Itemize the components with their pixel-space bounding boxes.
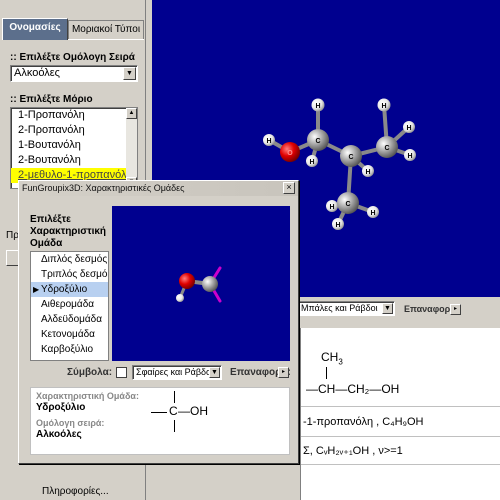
- dialog-controls: Σύμβολα: Σφαίρες και Ράβδοι ▼ Επαναφορά:…: [30, 364, 291, 382]
- group-3d-view[interactable]: [112, 206, 290, 361]
- series-label: :: Επιλέξτε Ομόλογη Σειρά: [10, 52, 135, 63]
- molecule-list[interactable]: 1-Προπανόλη 2-Προπανόλη 1-Βουτανόλη 2-Βο…: [10, 107, 138, 189]
- list-item[interactable]: Καρβοξύλιο: [31, 342, 108, 357]
- hydroxyl-model: [176, 266, 222, 303]
- dialog-render-select[interactable]: Σφαίρες και Ράβδοι ▼: [132, 365, 222, 380]
- list-item[interactable]: Διπλός δεσμός: [31, 252, 108, 267]
- list-item[interactable]: 2-Βουτανόλη: [11, 153, 137, 168]
- molecule-label: :: Επιλέξτε Μόριο: [10, 94, 93, 105]
- char-group-value: Υδροξύλιο: [36, 402, 86, 413]
- svg-text:H: H: [315, 103, 320, 110]
- list-item[interactable]: 2-Προπανόλη: [11, 123, 137, 138]
- chevron-down-icon[interactable]: ▼: [123, 67, 136, 80]
- svg-text:C: C: [348, 154, 353, 161]
- tab-molecular-formulas[interactable]: Μοριακοί Τύποι: [68, 20, 144, 40]
- structure-carbon: C: [169, 404, 178, 418]
- svg-text:H: H: [365, 169, 370, 176]
- tab-strip: Ονομασίες Μοριακοί Τύποι: [2, 18, 146, 40]
- tab-names[interactable]: Ονομασίες: [2, 18, 68, 40]
- reset-button[interactable]: ▸: [450, 304, 461, 315]
- structure-bond-bottom: [174, 420, 175, 432]
- selection-arrow-icon: ▶: [33, 285, 40, 294]
- list-item[interactable]: Αιθερομάδα: [31, 297, 108, 312]
- choose-group-label: Επιλέξτε Χαρακτηριστική Ομάδα: [30, 214, 107, 249]
- divider: [301, 436, 500, 437]
- svg-text:H: H: [407, 153, 412, 160]
- molecule-name-line: -1-προπανόλη , C₄H₉OH: [303, 416, 424, 428]
- svg-text:H: H: [329, 204, 334, 211]
- svg-text:H: H: [381, 103, 386, 110]
- dialog-reset-button[interactable]: ▸: [278, 367, 289, 378]
- svg-text:O: O: [287, 150, 293, 157]
- dialog-render-value: Σφαίρες και Ράβδοι: [136, 367, 214, 377]
- svg-text:H: H: [309, 159, 314, 166]
- divider: [301, 464, 500, 465]
- molecule-list-scrollbar[interactable]: ▲ ▼: [126, 108, 137, 188]
- homolog-label: Ομόλογη σειρά:: [36, 418, 105, 428]
- structure-bond-top: [174, 391, 175, 403]
- list-item[interactable]: 1-Βουτανόλη: [11, 138, 137, 153]
- series-select[interactable]: Αλκοόλες ▼: [10, 65, 138, 82]
- svg-text:H: H: [406, 125, 411, 132]
- formula-vertical-bond: [326, 367, 327, 379]
- svg-text:H: H: [335, 222, 340, 229]
- list-item-selected[interactable]: ▶ Υδροξύλιο: [31, 282, 108, 297]
- chevron-down-icon[interactable]: ▼: [209, 367, 220, 378]
- scroll-up-icon[interactable]: ▲: [126, 108, 137, 119]
- formula-chain: —CH—CH₂—OH: [306, 382, 400, 396]
- dialog-title: FunGroupix3D: Χαρακτηριστικές Ομάδες: [22, 183, 185, 193]
- close-icon[interactable]: ×: [283, 182, 295, 194]
- svg-text:H: H: [266, 138, 271, 145]
- structure-hydroxyl: —OH: [178, 404, 208, 418]
- render-style-value: Μπάλες και Ράβδοι: [301, 303, 378, 313]
- group-list[interactable]: Διπλός δεσμός Τριπλός δεσμός ▶ Υδροξύλιο …: [30, 251, 109, 361]
- svg-text:C: C: [315, 138, 320, 145]
- list-item[interactable]: Αλδεϋδομάδα: [31, 312, 108, 327]
- list-item[interactable]: 1-Προπανόλη: [11, 108, 137, 123]
- functional-groups-dialog: FunGroupix3D: Χαρακτηριστικές Ομάδες × Ε…: [18, 180, 299, 464]
- formula-panel: CH3 —CH—CH₂—OH -1-προπανόλη , C₄H₉OH Σ, …: [300, 328, 500, 500]
- series-select-value: Αλκοόλες: [14, 67, 60, 79]
- carbon-atoms: [307, 129, 398, 214]
- svg-text:H: H: [370, 210, 375, 217]
- svg-text:C: C: [384, 145, 389, 152]
- group-info-panel: Χαρακτηριστική Ομάδα: Υδροξύλιο Ομόλογη …: [30, 387, 290, 455]
- char-group-label: Χαρακτηριστική Ομάδα:: [36, 391, 139, 401]
- symbols-checkbox[interactable]: [116, 367, 127, 378]
- info-link[interactable]: Πληροφορίες...: [42, 486, 109, 497]
- list-item[interactable]: Κετονομάδα: [31, 327, 108, 342]
- chevron-down-icon[interactable]: ▼: [382, 303, 393, 314]
- dialog-titlebar[interactable]: FunGroupix3D: Χαρακτηριστικές Ομάδες ×: [19, 181, 298, 196]
- partial-label: Πρ: [6, 230, 19, 241]
- symbols-label: Σύμβολα:: [67, 367, 113, 378]
- homolog-value: Αλκοόλες: [36, 429, 82, 440]
- list-item[interactable]: Τριπλός δεσμός: [31, 267, 108, 282]
- formula-ch3: CH3: [321, 350, 343, 367]
- divider: [301, 406, 500, 407]
- general-formula-line: Σ, CᵥH₂ᵥ₊₁OH , ν>=1: [303, 445, 403, 457]
- render-style-select[interactable]: Μπάλες και Ράβδοι ▼: [297, 301, 395, 316]
- svg-text:C: C: [345, 201, 350, 208]
- structure-bond-left: [151, 412, 167, 413]
